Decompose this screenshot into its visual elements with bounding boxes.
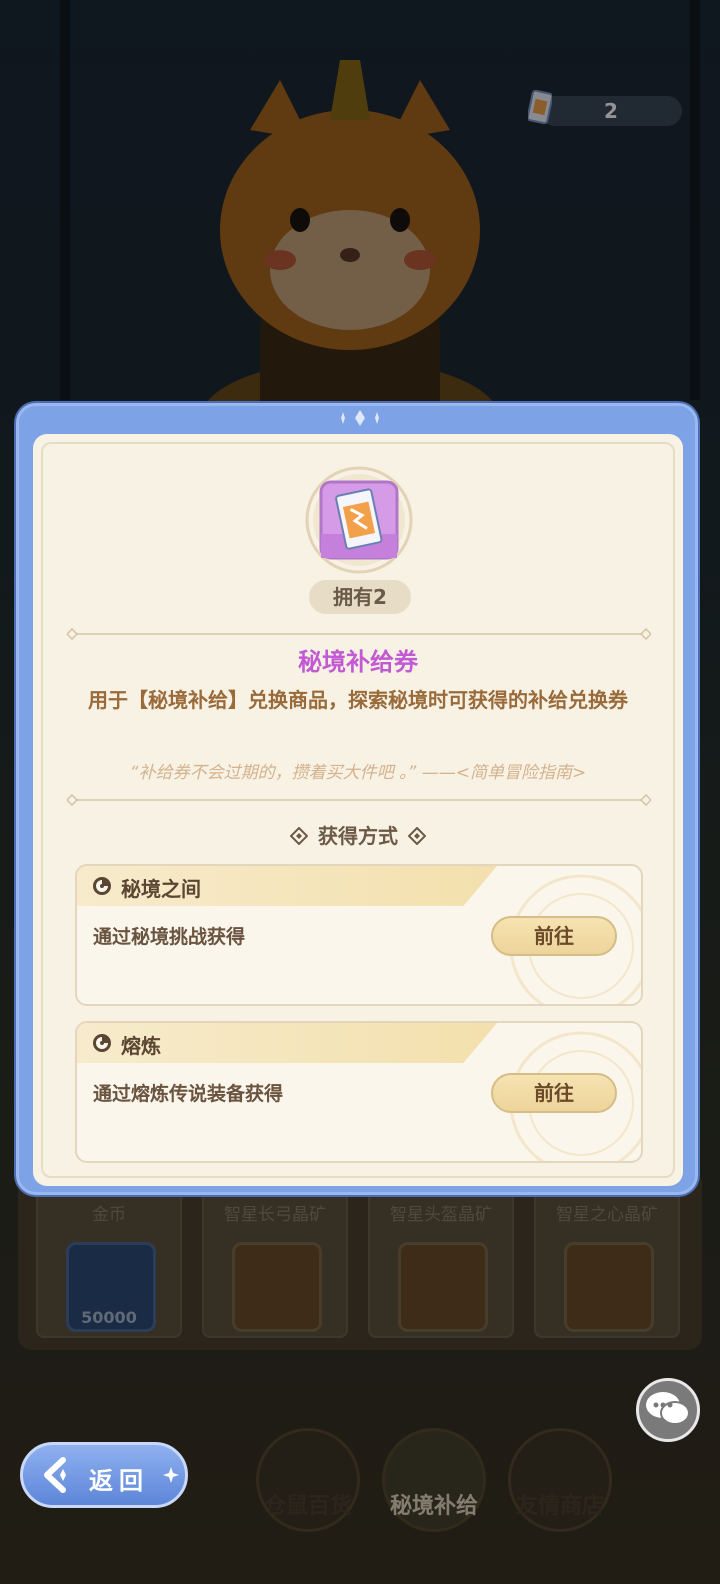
go-button[interactable]: 前往 [491,1073,617,1113]
back-button-label: 返回 [89,1467,149,1495]
sparkle-icon [163,1467,179,1483]
chat-bubble-icon [646,1392,690,1425]
ticket-icon [305,466,413,574]
diamond-icon [290,827,308,845]
item-detail-modal: 拥有2 秘境补给券 用于【秘境补给】兑换商品，探索秘境时可获得的补给兑换券 “补… [16,403,698,1195]
back-button[interactable]: 返回 [20,1442,188,1508]
obtain-source-card: 熔炼 通过熔炼传说装备获得 前往 [75,1021,643,1163]
item-flavor-quote: “补给券不会过期的，攒着买大件吧 。” ——<简单冒险指南> [129,763,587,783]
go-button[interactable]: 前往 [491,916,617,956]
swirl-icon [93,1034,111,1052]
obtain-methods-label: 获得方式 [318,824,398,848]
obtain-source-card: 秘境之间 通过秘境挑战获得 前往 [75,864,643,1006]
divider [67,794,651,806]
source-description: 通过熔炼传说装备获得 [93,1083,284,1105]
source-title: 熔炼 [121,1034,161,1058]
divider [67,628,651,640]
swirl-icon [93,877,111,895]
obtain-methods-heading: 获得方式 [33,820,683,849]
sparkle-decoration-icon [337,410,379,426]
item-name: 秘境补给券 [298,648,418,676]
item-description: 用于【秘境补给】兑换商品，探索秘境时可获得的补给兑换券 [88,688,628,712]
source-description: 通过秘境挑战获得 [93,926,246,948]
back-arrow-icon [44,1457,66,1493]
source-title: 秘境之间 [121,877,201,901]
modal-panel: 拥有2 秘境补给券 用于【秘境补给】兑换商品，探索秘境时可获得的补给兑换券 “补… [33,434,683,1186]
owned-count-badge: 拥有2 [309,580,411,614]
diamond-icon [408,827,426,845]
chat-button[interactable] [636,1378,700,1442]
